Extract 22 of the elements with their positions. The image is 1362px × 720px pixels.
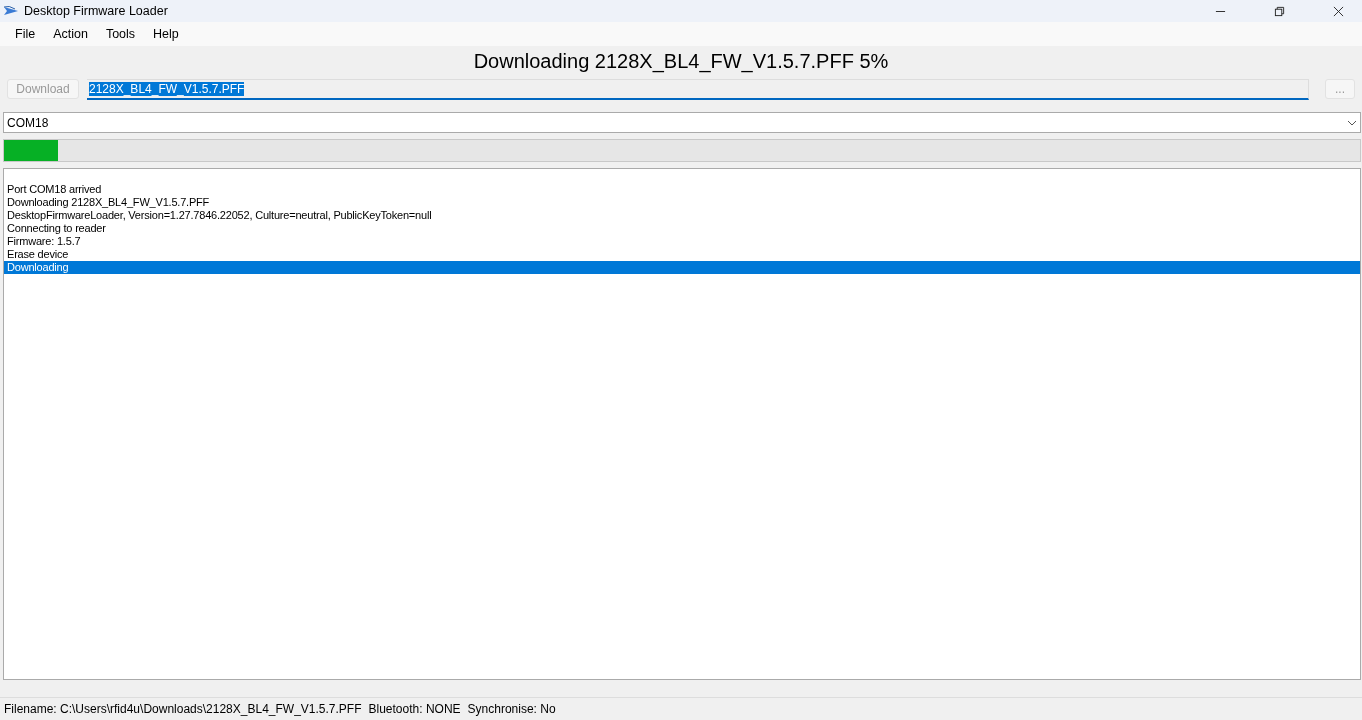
log-entry[interactable]: Erase device xyxy=(4,248,1360,261)
log-entry[interactable]: Firmware: 1.5.7 xyxy=(4,235,1360,248)
menu-item[interactable]: Help xyxy=(144,27,188,41)
port-dropdown[interactable]: COM18 xyxy=(3,112,1361,133)
restore-icon[interactable] xyxy=(1274,5,1285,17)
status-text: Filename: C:\Users\rfid4u\Downloads\2128X_BL4_FW_V1.5.7.PFF xyxy=(4,702,362,716)
close-icon[interactable] xyxy=(1333,5,1344,17)
log-entry[interactable]: Connecting to reader xyxy=(4,222,1360,235)
filename-field[interactable]: 2128X_BL4_FW_V1.5.7.PFF xyxy=(87,78,1309,100)
log-entry[interactable]: Downloading xyxy=(4,261,1360,274)
log-entry[interactable]: DesktopFirmwareLoader, Version=1.27.7846.22052, Culture=neutral, PublicKeyToken=null xyxy=(4,209,1360,222)
app-icon xyxy=(3,5,19,17)
status-text: Synchronise: No xyxy=(467,702,556,716)
status-heading: Downloading 2128X_BL4_FW_V1.5.7.PFF 5% xyxy=(473,49,889,73)
chevron-icon xyxy=(1347,119,1357,126)
menu-item[interactable]: File xyxy=(6,27,45,41)
menu-item[interactable]: Action xyxy=(44,27,97,41)
status-text: Bluetooth: NONE xyxy=(368,702,461,716)
window-title: Desktop Firmware Loader xyxy=(24,4,168,18)
log-entry[interactable]: Downloading 2128X_BL4_FW_V1.5.7.PFF xyxy=(4,196,1360,209)
menu-item[interactable]: Tools xyxy=(96,27,145,41)
log-entry[interactable]: Port COM18 arrived xyxy=(4,183,1360,196)
